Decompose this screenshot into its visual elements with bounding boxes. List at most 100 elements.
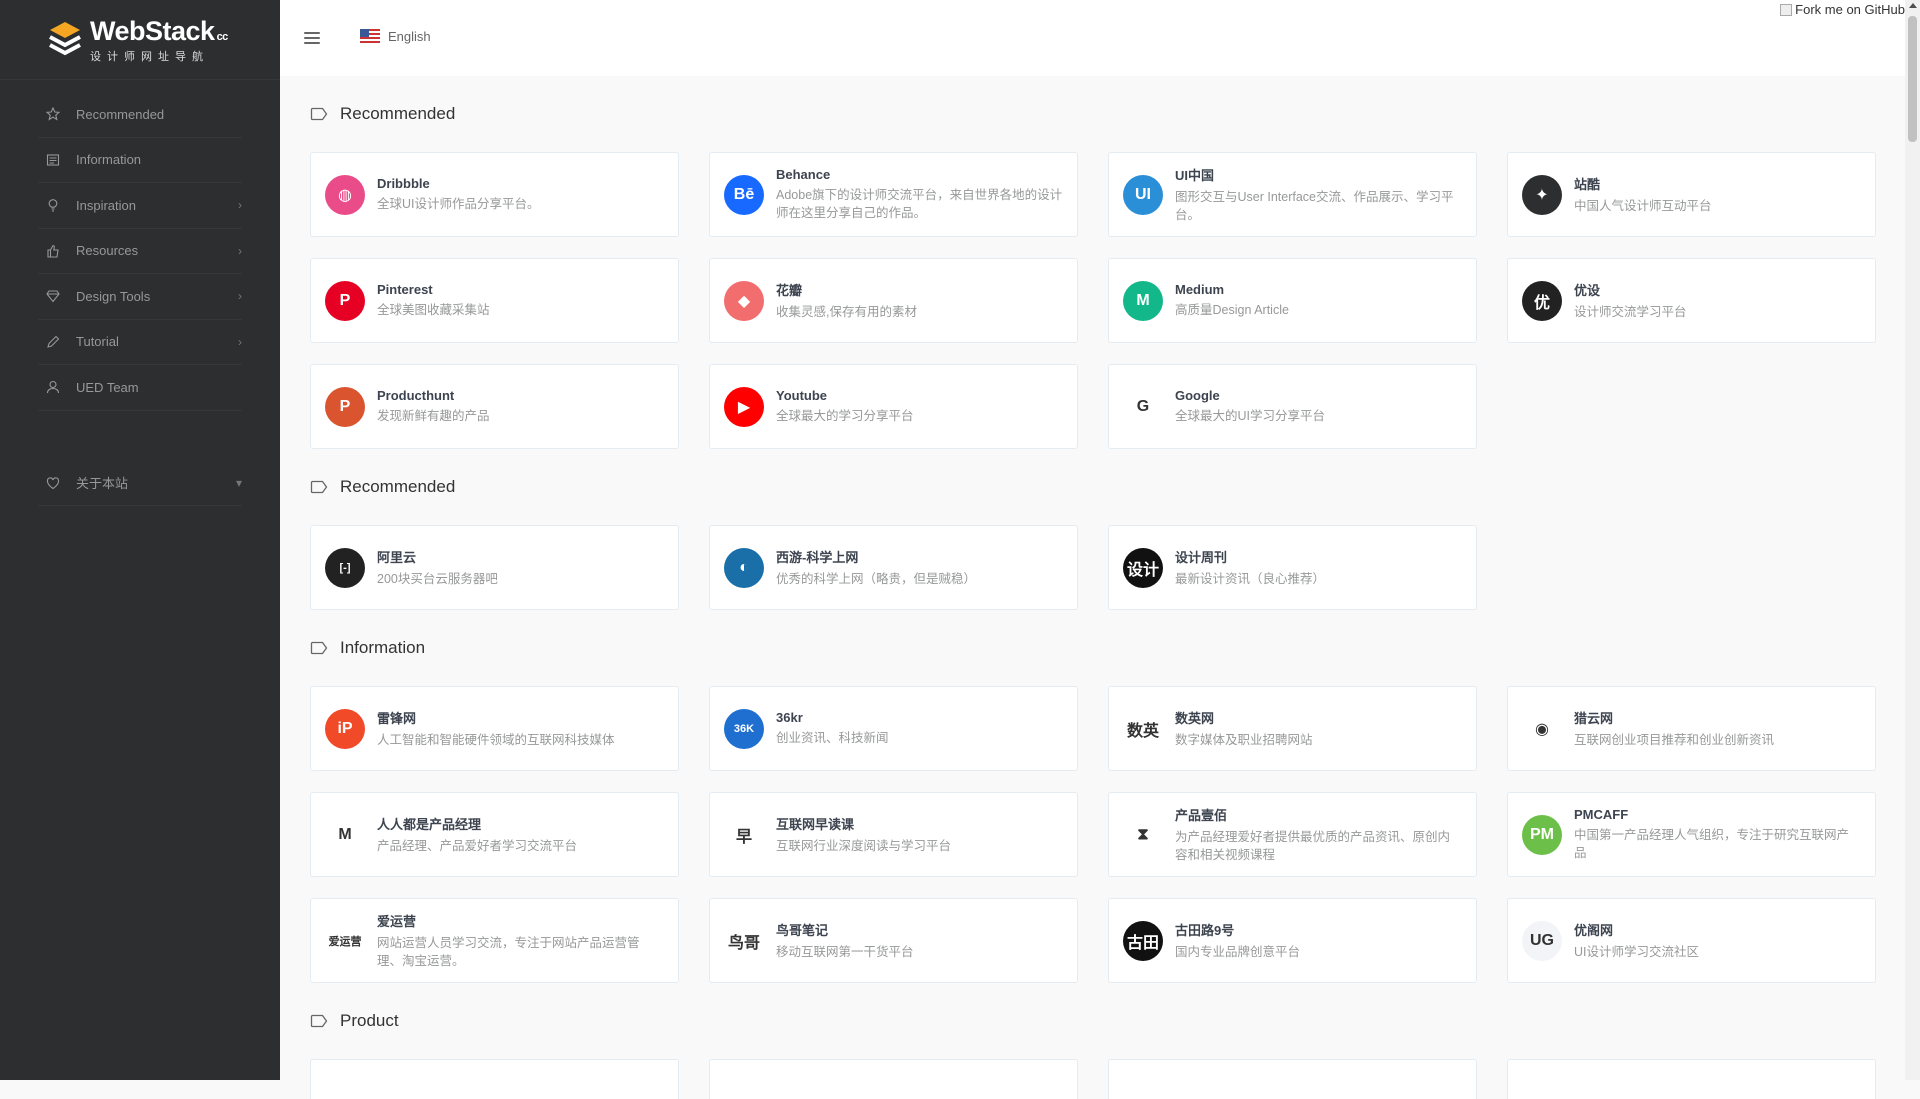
scroll-up-arrow-icon[interactable]	[1909, 3, 1917, 8]
logo[interactable]: WebStack cc 设计师网址导航	[0, 0, 280, 80]
site-card[interactable]: 优优设 设计师交流学习平台	[1507, 258, 1876, 343]
site-title: 雷锋网	[377, 711, 417, 726]
site-card[interactable]: [-] 阿里云 200块买台云服务器吧	[310, 525, 679, 610]
site-logo-icon: 设计	[1123, 547, 1163, 588]
site-card-grid: [-] 阿里云 200块买台云服务器吧 ◐ 西游-科学上网 优秀的科学上网（略贵，但是贼稳…	[310, 525, 1876, 610]
site-card[interactable]: 爱运营 爱运营 网站运营人员学习交流，专注于网站产品运营管理、淘宝运营。	[310, 898, 679, 983]
section-title: Recommended	[310, 449, 1876, 525]
site-title: 古田路9号	[1175, 923, 1235, 938]
site-card[interactable]: Bē Behance Adobe旗下的设计师交流平台，来自世界各地的设计师在这里分享…	[709, 152, 1078, 237]
sidebar: WebStack cc 设计师网址导航 Recommended Informatio…	[0, 0, 280, 1080]
chevron-icon: ›	[238, 243, 242, 258]
site-card[interactable]: UG 优阁网 UI设计师学习交流社区	[1507, 898, 1876, 983]
site-card[interactable]: ◐ 西游-科学上网 优秀的科学上网（略贵，但是贼稳）	[709, 525, 1078, 610]
site-logo-icon: M	[325, 814, 365, 855]
site-card[interactable]: ◉ 猎云网 互联网创业项目推荐和创业创新资讯	[1507, 686, 1876, 771]
heart-icon	[46, 476, 60, 490]
tag-icon	[310, 1014, 328, 1028]
site-logo-icon: PM	[1522, 814, 1562, 855]
site-card[interactable]	[709, 1059, 1078, 1099]
tag-icon	[310, 107, 328, 121]
site-card[interactable]: 设计 设计周刊 最新设计资讯（良心推荐）	[1108, 525, 1477, 610]
sidebar-item-label: Resources	[76, 243, 139, 259]
sidebar-item-resources[interactable]: Resources ›	[38, 229, 242, 274]
site-card[interactable]: ▶ Youtube 全球最大的学习分享平台	[709, 364, 1078, 449]
site-logo-icon: M	[1123, 280, 1163, 321]
hamburger-menu-icon[interactable]	[304, 30, 320, 46]
site-card[interactable]: 古田 古田路9号 国内专业品牌创意平台	[1108, 898, 1477, 983]
language-switcher[interactable]: English	[360, 29, 431, 44]
site-logo-icon: 36K	[724, 708, 764, 749]
site-card[interactable]	[1507, 1059, 1876, 1099]
site-title: 优设	[1574, 283, 1601, 298]
site-title: Dribbble	[377, 176, 430, 191]
site-title: Medium	[1175, 282, 1225, 297]
site-description: 设计师交流学习平台	[1574, 305, 1687, 319]
site-card[interactable]: 36K 36kr 创业资讯、科技新闻	[709, 686, 1078, 771]
site-description: 收集灵感,保存有用的素材	[776, 305, 917, 319]
site-description: 全球最大的UI学习分享平台	[1175, 409, 1326, 423]
site-title: Behance	[776, 167, 831, 182]
site-card[interactable]: M Medium 高质量Design Article	[1108, 258, 1477, 343]
site-description: 为产品经理爱好者提供最优质的产品资讯、原创内容和相关视频课程	[1175, 830, 1451, 862]
site-card-grid	[310, 1059, 1876, 1099]
site-card[interactable]: P Pinterest 全球美图收藏采集站	[310, 258, 679, 343]
site-card[interactable]: G Google 全球最大的UI学习分享平台	[1108, 364, 1477, 449]
sidebar-item-inspiration[interactable]: Inspiration ›	[38, 183, 242, 229]
site-card[interactable]: ⧗ 产品壹佰 为产品经理爱好者提供最优质的产品资讯、原创内容和相关视频课程	[1108, 792, 1477, 877]
site-logo-icon: 早	[724, 814, 764, 855]
site-title: 西游-科学上网	[776, 550, 859, 565]
sidebar-item-关于本站[interactable]: 关于本站 ▾	[38, 461, 242, 506]
sidebar-item-recommended[interactable]: Recommended	[38, 92, 242, 138]
sidebar-item-label: 关于本站	[76, 476, 129, 492]
site-description: 移动互联网第一干货平台	[776, 945, 914, 959]
sidebar-item-label: Inspiration	[76, 197, 136, 213]
site-logo-icon: ▶	[724, 386, 764, 427]
site-logo-icon: 古田	[1123, 920, 1163, 961]
scrollbar-thumb[interactable]	[1908, 16, 1917, 142]
site-card[interactable]: iP 雷锋网 人工智能和智能硬件领域的互联网科技媒体	[310, 686, 679, 771]
fork-me-on-github-link[interactable]: Fork me on GitHub	[1780, 2, 1905, 17]
site-description: 发现新鲜有趣的产品	[377, 409, 490, 423]
site-description: 网站运营人员学习交流，专注于网站产品运营管理、淘宝运营。	[377, 936, 640, 968]
site-card[interactable]: ◆ 花瓣 收集灵感,保存有用的素材	[709, 258, 1078, 343]
site-description: 200块买台云服务器吧	[377, 572, 498, 586]
site-description: 产品经理、产品爱好者学习交流平台	[377, 839, 578, 853]
chevron-icon: ▾	[235, 475, 242, 490]
site-description: Adobe旗下的设计师交流平台，来自世界各地的设计师在这里分享自己的作品。	[776, 188, 1063, 220]
site-title: 花瓣	[776, 283, 803, 298]
brand-subtitle: 设计师网址导航	[90, 50, 209, 63]
site-card[interactable]: 数英 数英网 数字媒体及职业招聘网站	[1108, 686, 1477, 771]
sidebar-item-design-tools[interactable]: Design Tools ›	[38, 274, 242, 320]
page-scrollbar[interactable]	[1905, 0, 1920, 1080]
site-logo-icon: Bē	[724, 174, 764, 215]
site-card[interactable]: PM PMCAFF 中国第一产品经理人气组织，专注于研究互联网产品	[1507, 792, 1876, 877]
site-card[interactable]: M 人人都是产品经理 产品经理、产品爱好者学习交流平台	[310, 792, 679, 877]
site-card[interactable]: 鸟哥 鸟哥笔记 移动互联网第一干货平台	[709, 898, 1078, 983]
site-title: Producthunt	[377, 388, 455, 403]
site-card[interactable]: ◍ Dribbble 全球UI设计师作品分享平台。	[310, 152, 679, 237]
stack-logo-icon	[49, 21, 81, 55]
sidebar-item-tutorial[interactable]: Tutorial ›	[38, 320, 242, 365]
chevron-icon: ›	[238, 289, 242, 304]
section-title: Information	[310, 610, 1876, 686]
site-title: 互联网早读课	[776, 817, 855, 832]
site-card[interactable]	[1108, 1059, 1477, 1099]
site-card[interactable]: UI UI中国 图形交互与User Interface交流、作品展示、学习平台。	[1108, 152, 1477, 237]
site-card[interactable]: 早互联网早读课 互联网行业深度阅读与学习平台	[709, 792, 1078, 877]
sidebar-item-information[interactable]: Information	[38, 138, 242, 183]
site-description: 数字媒体及职业招聘网站	[1175, 733, 1313, 747]
sidebar-item-ued-team[interactable]: UED Team	[38, 365, 242, 411]
site-title: 猎云网	[1574, 711, 1614, 726]
site-description: 中国人气设计师互动平台	[1574, 199, 1712, 213]
us-flag-icon	[360, 29, 380, 43]
site-card[interactable]	[310, 1059, 679, 1099]
site-description: 互联网创业项目推荐和创业创新资讯	[1574, 733, 1775, 747]
thumbs-up-icon	[46, 244, 60, 258]
site-card[interactable]: P Producthunt 发现新鲜有趣的产品	[310, 364, 679, 449]
site-card[interactable]: ✦ 站酷 中国人气设计师互动平台	[1507, 152, 1876, 237]
site-title: 鸟哥笔记	[776, 923, 829, 938]
site-description: 创业资讯、科技新闻	[776, 731, 889, 745]
site-description: 中国第一产品经理人气组织，专注于研究互联网产品	[1574, 828, 1850, 860]
site-title: 数英网	[1175, 711, 1215, 726]
